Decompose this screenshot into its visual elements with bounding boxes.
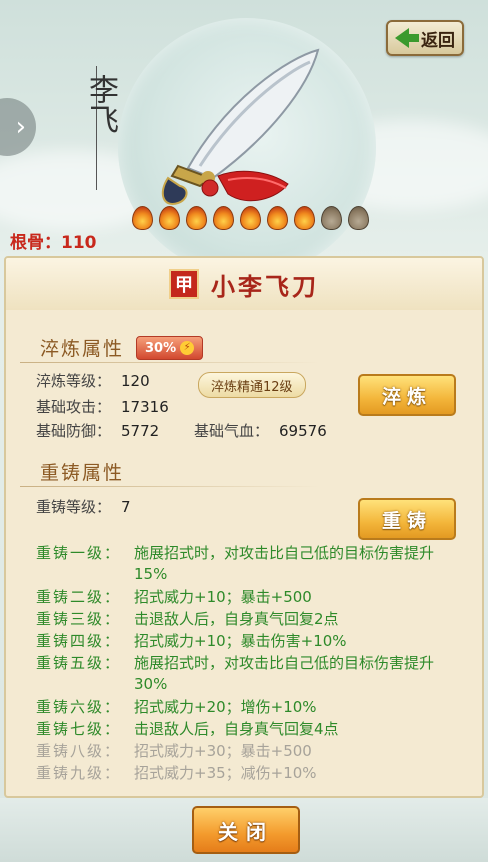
recast-level-label: 重铸七级： <box>36 720 122 738</box>
base-defense-label: 基础防御： <box>36 422 112 440</box>
section-divider <box>20 362 320 363</box>
flame-icon <box>213 206 234 230</box>
recast-level-desc: 招式威力+20；增伤+10% <box>134 698 317 716</box>
grade-badge: 甲 <box>169 269 199 299</box>
root-bone-label: 根骨：110 <box>10 233 97 253</box>
close-button[interactable]: 关闭 <box>192 806 300 854</box>
recast-level-label: 重铸六级： <box>36 698 122 716</box>
back-button-label: 返回 <box>421 30 455 51</box>
base-qi-value: 69576 <box>279 422 327 440</box>
back-arrow-icon <box>395 28 419 48</box>
recast-level-label: 重铸三级： <box>36 610 122 628</box>
base-attack-value: 17316 <box>121 398 169 416</box>
weapon-orb <box>118 18 376 276</box>
temper-button[interactable]: 淬炼 <box>358 374 456 416</box>
back-button[interactable]: 返回 <box>386 20 464 56</box>
recast-level-desc: 招式威力+35；减伤+10% <box>134 764 317 782</box>
temper-level-label: 淬炼等级： <box>36 372 112 390</box>
temper-level-value: 120 <box>121 372 150 390</box>
recast-level-label: 重铸八级： <box>36 742 122 760</box>
recast-level-row: 重铸四级： 招式威力+10；暴击伤害+10% <box>36 631 456 652</box>
recast-section-title: 重铸属性 <box>40 462 125 484</box>
recast-level-row: 重铸五级： 施展招式时，对攻击比自己低的目标伤害提升30% <box>36 653 456 695</box>
recast-level-row: 重铸一级： 施展招式时，对攻击比自己低的目标伤害提升15% <box>36 543 456 585</box>
flame-icon <box>186 206 207 230</box>
recast-level-desc: 施展招式时，对攻击比自己低的目标伤害提升30% <box>134 654 435 693</box>
recast-level-desc: 击退敌人后，自身真气回复2点 <box>134 610 339 628</box>
flame-icon <box>267 206 288 230</box>
lightning-icon: ⚡ <box>180 341 195 355</box>
recast-level-row: 重铸三级： 击退敌人后，自身真气回复2点 <box>36 609 456 630</box>
recast-level-label: 重铸一级： <box>36 544 122 562</box>
panel-title-row: 甲 小李飞刀 <box>6 258 482 310</box>
recast-level-row: 重铸八级： 招式威力+30；暴击+500 <box>36 741 456 762</box>
base-qi-label: 基础气血： <box>194 422 270 440</box>
chevron-right-icon: › <box>15 112 26 142</box>
flame-icon <box>294 206 315 230</box>
recast-level-desc: 招式威力+10；暴击伤害+10% <box>134 632 347 650</box>
weapon-calligraphy: 李飞 <box>83 74 118 134</box>
recast-level-desc: 招式威力+30；暴击+500 <box>134 742 312 760</box>
flame-icon <box>348 206 369 230</box>
recast-button[interactable]: 重铸 <box>358 498 456 540</box>
temper-section-title: 淬炼属性 <box>40 338 125 360</box>
recast-level-value: 7 <box>121 498 131 516</box>
recast-level-desc: 击退敌人后，自身真气回复4点 <box>134 720 339 738</box>
weapon-name: 小李飞刀 <box>211 271 319 301</box>
temper-percent-text: 30% <box>145 340 177 356</box>
base-attack-row: 基础攻击： 17316 <box>36 396 169 417</box>
flame-icon <box>240 206 261 230</box>
side-expand-tab[interactable]: › <box>0 98 36 156</box>
recast-level-row: 重铸九级： 招式威力+35；减伤+10% <box>36 763 456 784</box>
recast-level-row: 重铸六级： 招式威力+20；增伤+10% <box>36 697 456 718</box>
recast-level-desc: 施展招式时，对攻击比自己低的目标伤害提升15% <box>134 544 435 583</box>
recast-level-label: 重铸四级： <box>36 632 122 650</box>
recast-level-label: 重铸五级： <box>36 654 122 672</box>
flying-knife-icon <box>161 48 320 205</box>
recast-level-label: 重铸九级： <box>36 764 122 782</box>
weapon-detail-panel: 甲 小李飞刀 淬炼属性 30% ⚡ 淬炼等级： 120 淬炼精通12级 基础攻击：… <box>4 256 484 798</box>
temper-percent-badge: 30% ⚡ <box>136 336 204 360</box>
recast-level-label: 重铸二级： <box>36 588 122 606</box>
base-defense-row: 基础防御： 5772 <box>36 420 159 441</box>
base-defense-value: 5772 <box>121 422 160 440</box>
temper-flames <box>132 206 369 230</box>
recast-level-row: 重铸等级： 7 <box>36 496 131 517</box>
recast-level-row: 重铸二级： 招式威力+10；暴击+500 <box>36 587 456 608</box>
flame-icon <box>321 206 342 230</box>
recast-level-label: 重铸等级： <box>36 498 112 516</box>
temper-level-row: 淬炼等级： 120 <box>36 370 150 391</box>
recast-level-row: 重铸七级： 击退敌人后，自身真气回复4点 <box>36 719 456 740</box>
base-attack-label: 基础攻击： <box>36 398 112 416</box>
base-qi-row: 基础气血： 69576 <box>194 420 327 441</box>
recast-level-desc: 招式威力+10；暴击+500 <box>134 588 312 606</box>
section-divider <box>20 486 320 487</box>
temper-mastery-badge: 淬炼精通12级 <box>198 372 306 398</box>
flame-icon <box>132 206 153 230</box>
flame-icon <box>159 206 180 230</box>
